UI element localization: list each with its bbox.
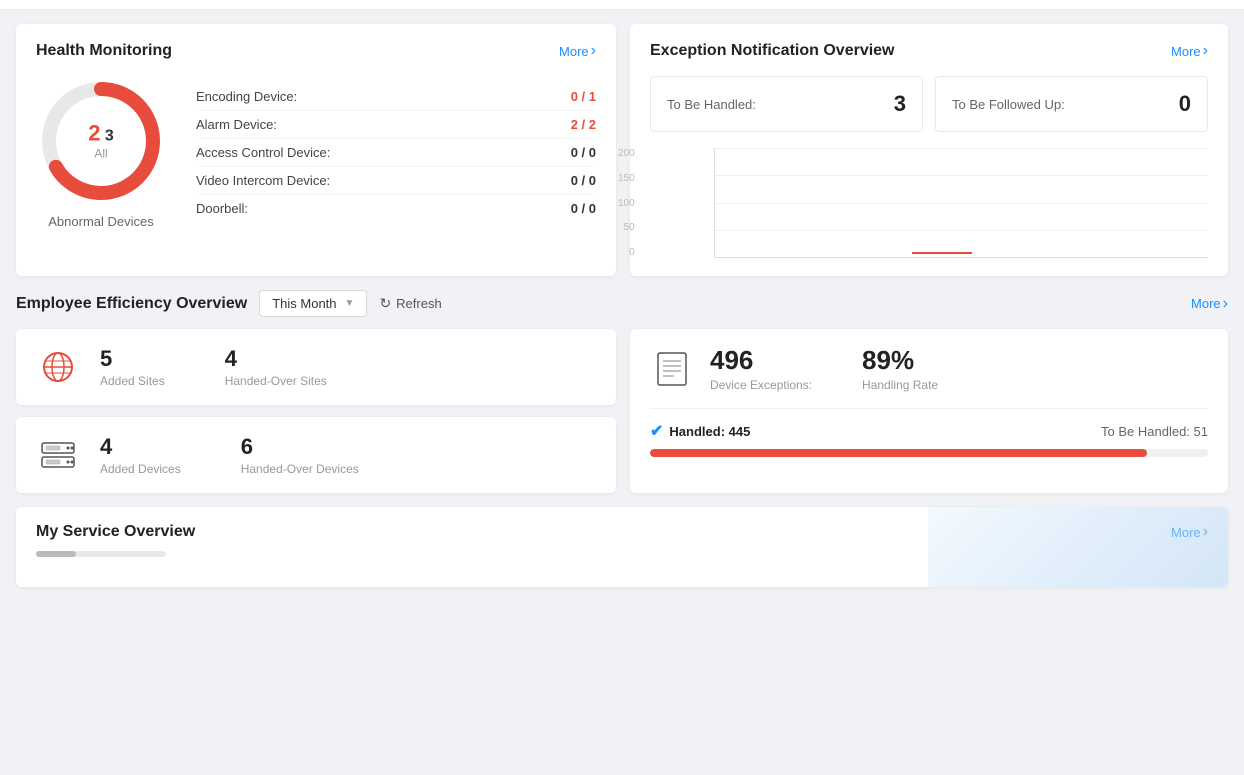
service-scroll-bar[interactable]: [36, 551, 166, 557]
table-row: Video Intercom Device: 0 / 0: [196, 167, 596, 195]
table-row: Alarm Device: 2 / 2: [196, 111, 596, 139]
table-row: Encoding Device: 0 / 1: [196, 83, 596, 111]
added-devices-stat: 4 Added Devices: [100, 434, 181, 476]
sites-stats: 5 Added Sites 4 Handed-Over Sites: [100, 346, 327, 388]
globe-icon: [36, 345, 80, 389]
chart-red-line: [912, 252, 972, 254]
exception-stats: To Be Handled: 3 To Be Followed Up: 0: [650, 76, 1208, 132]
device-intercom-label: Video Intercom Device:: [196, 173, 330, 188]
y-label-150: 150: [618, 173, 635, 184]
service-overview-card: My Service Overview More: [16, 507, 1228, 587]
device-exception-stat: 496 Device Exceptions:: [710, 345, 812, 392]
device-alarm-value: 2 / 2: [571, 117, 596, 132]
service-title: My Service Overview: [36, 523, 195, 541]
added-devices-number: 4: [100, 434, 181, 460]
health-donut-chart: 2 3 All: [36, 76, 166, 206]
device-alarm-label: Alarm Device:: [196, 117, 277, 132]
donut-label: Abnormal Devices: [48, 214, 154, 229]
refresh-label: Refresh: [396, 296, 442, 311]
added-devices-label: Added Devices: [100, 462, 181, 476]
period-value: This Month: [272, 296, 336, 311]
device-exception-num: 496: [710, 345, 812, 376]
handled-text: Handled: 445: [669, 424, 750, 439]
progress-bar-fill: [650, 449, 1147, 457]
device-access-value: 0 / 0: [571, 145, 596, 160]
table-row: Doorbell: 0 / 0: [196, 195, 596, 222]
device-rack-icon: [36, 433, 80, 477]
exception-numbers: 496 Device Exceptions: 89% Handling Rate: [710, 345, 938, 392]
employee-more-link[interactable]: More: [1191, 295, 1228, 313]
handedover-devices-stat: 6 Handed-Over Devices: [241, 434, 359, 476]
health-monitoring-card: Health Monitoring More: [16, 24, 616, 276]
handedover-devices-number: 6: [241, 434, 359, 460]
employee-cards-row: 5 Added Sites 4 Handed-Over Sites: [16, 329, 1228, 493]
added-sites-stat: 5 Added Sites: [100, 346, 165, 388]
device-intercom-value: 0 / 0: [571, 173, 596, 188]
health-more-link[interactable]: More: [559, 42, 596, 60]
handedover-sites-number: 4: [225, 346, 327, 372]
devices-stats: 4 Added Devices 6 Handed-Over Devices: [100, 434, 359, 476]
donut-all-label: All: [88, 147, 114, 161]
device-exception-label: Device Exceptions:: [710, 378, 812, 392]
refresh-icon: ↻: [379, 295, 391, 312]
table-row: Access Control Device: 0 / 0: [196, 139, 596, 167]
to-be-followed-label: To Be Followed Up:: [952, 97, 1065, 112]
exception-chart: [714, 148, 1208, 258]
exception-notification-card: Exception Notification Overview More To …: [630, 24, 1228, 276]
health-title: Health Monitoring: [36, 42, 172, 60]
y-label-0: 0: [618, 247, 635, 258]
y-label-100: 100: [618, 198, 635, 209]
to-be-handled-box: To Be Handled: 3: [650, 76, 923, 132]
devices-card: 4 Added Devices 6 Handed-Over Devices: [16, 417, 616, 493]
to-be-followed-box: To Be Followed Up: 0: [935, 76, 1208, 132]
exception-handling-card: 496 Device Exceptions: 89% Handling Rate…: [630, 329, 1228, 493]
handled-section: ✔ Handled: 445 To Be Handled: 51: [650, 408, 1208, 457]
to-be-handled-value: 3: [894, 91, 906, 117]
employee-left-panel: 5 Added Sites 4 Handed-Over Sites: [16, 329, 616, 493]
chart-y-labels: 200 150 100 50 0: [618, 148, 635, 258]
handled-label: ✔ Handled: 445: [650, 421, 750, 441]
device-access-label: Access Control Device:: [196, 145, 330, 160]
exception-top: 496 Device Exceptions: 89% Handling Rate: [650, 345, 1208, 392]
device-list: Encoding Device: 0 / 1 Alarm Device: 2 /…: [196, 83, 596, 222]
y-label-200: 200: [618, 148, 635, 159]
to-be-handled-label: To Be Handled:: [667, 97, 756, 112]
device-encoding-label: Encoding Device:: [196, 89, 297, 104]
donut-total: 3: [100, 128, 113, 145]
added-sites-label: Added Sites: [100, 374, 165, 388]
to-be-handled-text: To Be Handled: 51: [1101, 424, 1208, 439]
device-doorbell-label: Doorbell:: [196, 201, 248, 216]
chevron-down-icon: ▼: [345, 298, 355, 309]
y-label-50: 50: [618, 222, 635, 233]
service-bg-decoration: [928, 507, 1228, 587]
period-dropdown[interactable]: This Month ▼: [259, 290, 367, 317]
device-doorbell-value: 0 / 0: [571, 201, 596, 216]
employee-section-header: Employee Efficiency Overview This Month …: [16, 290, 1228, 317]
refresh-button[interactable]: ↻ Refresh: [379, 295, 441, 312]
to-be-followed-value: 0: [1179, 91, 1191, 117]
handling-rate-label: Handling Rate: [862, 378, 938, 392]
added-sites-number: 5: [100, 346, 165, 372]
check-circle-icon: ✔: [650, 421, 663, 441]
handedover-sites-label: Handed-Over Sites: [225, 374, 327, 388]
exception-title: Exception Notification Overview: [650, 42, 895, 60]
device-encoding-value: 0 / 1: [571, 89, 596, 104]
handedover-devices-label: Handed-Over Devices: [241, 462, 359, 476]
handling-rate-stat: 89% Handling Rate: [862, 345, 938, 392]
handedover-sites-stat: 4 Handed-Over Sites: [225, 346, 327, 388]
donut-abnormal: 2: [88, 121, 100, 146]
exception-more-link[interactable]: More: [1171, 42, 1208, 60]
handled-row: ✔ Handled: 445 To Be Handled: 51: [650, 421, 1208, 441]
handling-rate-num: 89%: [862, 345, 938, 376]
employee-title: Employee Efficiency Overview: [16, 295, 247, 313]
progress-bar: [650, 449, 1208, 457]
document-list-icon: [650, 347, 694, 391]
sites-card: 5 Added Sites 4 Handed-Over Sites: [16, 329, 616, 405]
